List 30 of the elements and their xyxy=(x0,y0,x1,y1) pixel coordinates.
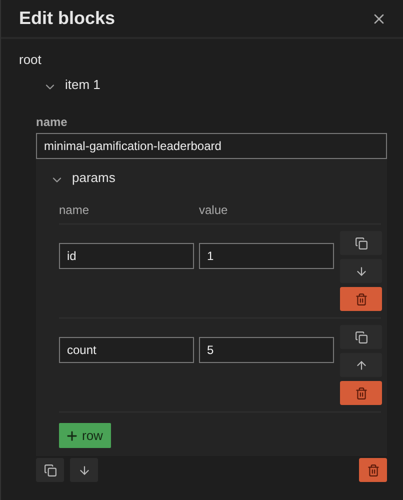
column-header: value xyxy=(199,203,228,217)
dialog-title: Edit blocks xyxy=(19,8,116,29)
copy-button[interactable] xyxy=(340,325,382,349)
delete-button[interactable] xyxy=(359,458,387,482)
item-label: item 1 xyxy=(65,76,100,92)
copy-icon xyxy=(44,464,56,476)
plus-icon xyxy=(65,428,79,442)
name-field[interactable]: minimal-gamification-leaderboard xyxy=(36,133,387,159)
field-label: name xyxy=(36,115,68,129)
trash-icon xyxy=(366,464,380,476)
copy-icon xyxy=(354,236,368,250)
params-label: params xyxy=(72,170,116,184)
tree-root-label: root xyxy=(19,52,42,67)
param-name-field[interactable]: count xyxy=(59,337,194,363)
arrow-down-icon xyxy=(78,464,90,476)
move-down-button[interactable] xyxy=(70,458,98,482)
copy-button[interactable] xyxy=(340,231,382,255)
copy-icon xyxy=(354,330,368,344)
copy-button[interactable] xyxy=(36,458,64,482)
delete-button[interactable] xyxy=(340,287,382,311)
param-value-field[interactable]: 1 xyxy=(199,243,334,269)
param-name-field[interactable]: id xyxy=(59,243,194,269)
arrow-up-icon xyxy=(354,358,368,372)
arrow-down-icon xyxy=(354,264,368,278)
add-row-button[interactable]: row xyxy=(59,423,111,448)
param-value-field[interactable]: 5 xyxy=(199,337,334,363)
delete-button[interactable] xyxy=(340,381,382,405)
trash-icon xyxy=(354,292,368,306)
trash-icon xyxy=(354,386,368,400)
column-header: name xyxy=(59,203,90,217)
